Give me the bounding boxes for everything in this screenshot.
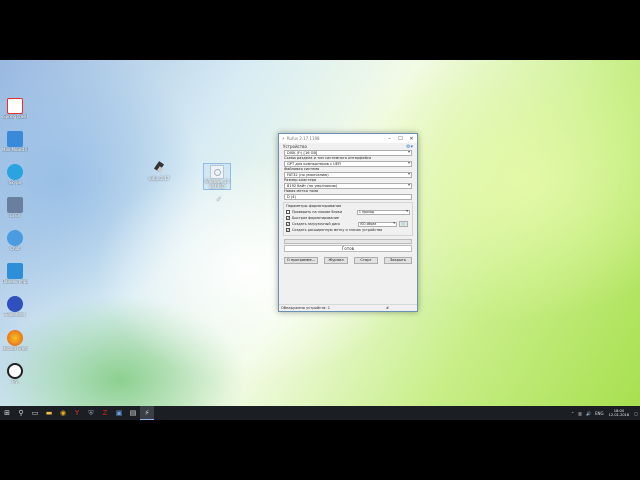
- format-options-group: Параметры форматирования Проверить на пл…: [283, 202, 413, 236]
- taskbar: ⊞ ⚲ ▭ ▬ ◉ Y ⛨ Z ▣ ▤ ⚡ ⌃ ▥ 🔊 ENG 18:00 12…: [0, 406, 640, 420]
- filezilla-icon[interactable]: Z: [98, 406, 112, 420]
- drive-icon: [7, 131, 23, 147]
- screen: iSpring Free Cam 8 Max Mount Lite Skype …: [0, 60, 640, 420]
- close-app-button[interactable]: Закрыть: [384, 257, 412, 264]
- desktop-icon-speedtest[interactable]: Speedtest: [2, 296, 28, 317]
- desktop-icon-control-panel[interactable]: Панель управления: [2, 263, 28, 284]
- explorer-icon[interactable]: ▬: [42, 406, 56, 420]
- cluster-select[interactable]: 8192 байт (по умолчанию): [284, 183, 412, 189]
- start-button-windows-icon[interactable]: ⊞: [0, 406, 14, 420]
- quick-format-checkbox[interactable]: ✓: [286, 216, 290, 220]
- filesystem-select[interactable]: FAT32 (по умолчанию): [284, 172, 412, 178]
- network-icon[interactable]: ▥: [576, 411, 584, 416]
- rufus-taskbar-icon[interactable]: ⚡: [140, 406, 154, 420]
- save-icon[interactable]: ▣: [112, 406, 126, 420]
- partition-select[interactable]: GPT для компьютеров с UEFI: [284, 161, 412, 167]
- task-view-icon[interactable]: ▭: [28, 406, 42, 420]
- log-button[interactable]: Журнал: [324, 257, 348, 264]
- speedtest-icon: [7, 296, 23, 312]
- chrome-icon[interactable]: ◉: [56, 406, 70, 420]
- boot-type-select[interactable]: ISO-образ: [358, 221, 397, 227]
- check-bad-blocks-label: Проверить на плохие блоки: [291, 210, 343, 214]
- search-icon[interactable]: ⚲: [14, 406, 28, 420]
- status-text: Готов: [284, 245, 412, 252]
- extended-label-row: ✓ Создать расширенную метку и значок уст…: [286, 227, 410, 233]
- title-bar: ⚡ Rufus 2.17.1198 – ☐ ✕: [279, 134, 417, 143]
- desktop-file-iso[interactable]: Windows 10 x64 ISO: [203, 163, 231, 190]
- system-tray: ⌃ ▥ 🔊 ENG 18:00 12.01.2018 ▢: [569, 406, 640, 420]
- skype-icon: [7, 164, 23, 180]
- desktop-icon-giex[interactable]: Gi Ex: [2, 197, 28, 218]
- tray-arrow-icon[interactable]: ⌃: [569, 411, 576, 416]
- bootable-checkbox[interactable]: ✓: [286, 222, 290, 226]
- device-label: Устройство: [283, 144, 307, 149]
- maximize-button[interactable]: ☐: [395, 136, 406, 142]
- usb-drive-icon: [152, 161, 166, 176]
- clock[interactable]: 18:00 12.01.2018: [606, 409, 633, 417]
- extended-label-checkbox[interactable]: ✓: [286, 228, 290, 232]
- bootable-label: Создать загрузочный диск: [292, 222, 341, 226]
- globe-icon: [7, 230, 23, 246]
- desktop: iSpring Free Cam 8 Max Mount Lite Skype …: [0, 60, 640, 406]
- ispring-icon: [7, 98, 23, 114]
- volume-icon[interactable]: 🔊: [584, 411, 593, 416]
- store-icon[interactable]: ▤: [126, 406, 140, 420]
- disc-image-icon: [210, 165, 224, 179]
- rufus-app-icon: ⚡: [282, 136, 285, 141]
- clock-date: 12.01.2018: [608, 413, 630, 417]
- close-button[interactable]: ✕: [406, 136, 417, 142]
- desktop-icon-chat[interactable]: Chat: [2, 230, 28, 251]
- devices-found-text: Обнаружено устройств: 1: [281, 306, 330, 310]
- quick-format-label: Быстрое форматирование: [292, 216, 339, 220]
- open-iso-button[interactable]: 💿: [399, 221, 408, 227]
- desktop-icon-maxmount[interactable]: Max Mount Lite: [2, 131, 28, 152]
- volume-label-input[interactable]: D (4): [284, 194, 412, 200]
- progress-bar: [284, 239, 412, 244]
- desktop-icon-firefox[interactable]: Mozilla Firefox: [2, 330, 28, 351]
- window-title: Rufus 2.17.1198: [286, 136, 320, 141]
- device-header: Устройство ⚙▾: [279, 143, 417, 150]
- rufus-window: ⚡ Rufus 2.17.1198 – ☐ ✕ Устройство ⚙▾ DI…: [278, 133, 418, 312]
- desktop-file-rufus[interactable]: rufus-2.17: [145, 161, 173, 181]
- language-indicator[interactable]: ENG: [593, 411, 606, 416]
- control-panel-icon: [7, 263, 23, 279]
- device-select[interactable]: DISK (F:) [16 GB]: [284, 150, 412, 156]
- status-bar: Обнаружено устройств: 1 #: [279, 304, 417, 311]
- desktop-icon-fly[interactable]: Fly: [2, 363, 28, 384]
- desktop-icon-ispring[interactable]: iSpring Free Cam 8: [2, 98, 28, 119]
- disc-drive-icon: 💿: [401, 222, 406, 226]
- mouse-cursor-icon: ➶: [216, 195, 222, 203]
- start-button[interactable]: Старт: [354, 257, 378, 264]
- yandex-icon[interactable]: Y: [70, 406, 84, 420]
- app-icon: [7, 197, 23, 213]
- eye-icon: [7, 363, 23, 379]
- desktop-icon-skype[interactable]: Skype: [2, 164, 28, 185]
- check-bad-blocks-checkbox[interactable]: [286, 210, 290, 214]
- about-button[interactable]: О программе...: [284, 257, 318, 264]
- notifications-icon[interactable]: ▢: [632, 411, 640, 416]
- button-row: О программе... Журнал Старт Закрыть: [284, 257, 412, 264]
- passes-select[interactable]: 1 проход: [356, 209, 410, 215]
- status-bar-hash: #: [385, 306, 389, 310]
- minimize-button[interactable]: –: [384, 136, 395, 142]
- firefox-icon: [7, 330, 23, 346]
- extended-label-label: Создать расширенную метку и значок устро…: [292, 228, 383, 232]
- shield-icon[interactable]: ⛨: [84, 406, 98, 420]
